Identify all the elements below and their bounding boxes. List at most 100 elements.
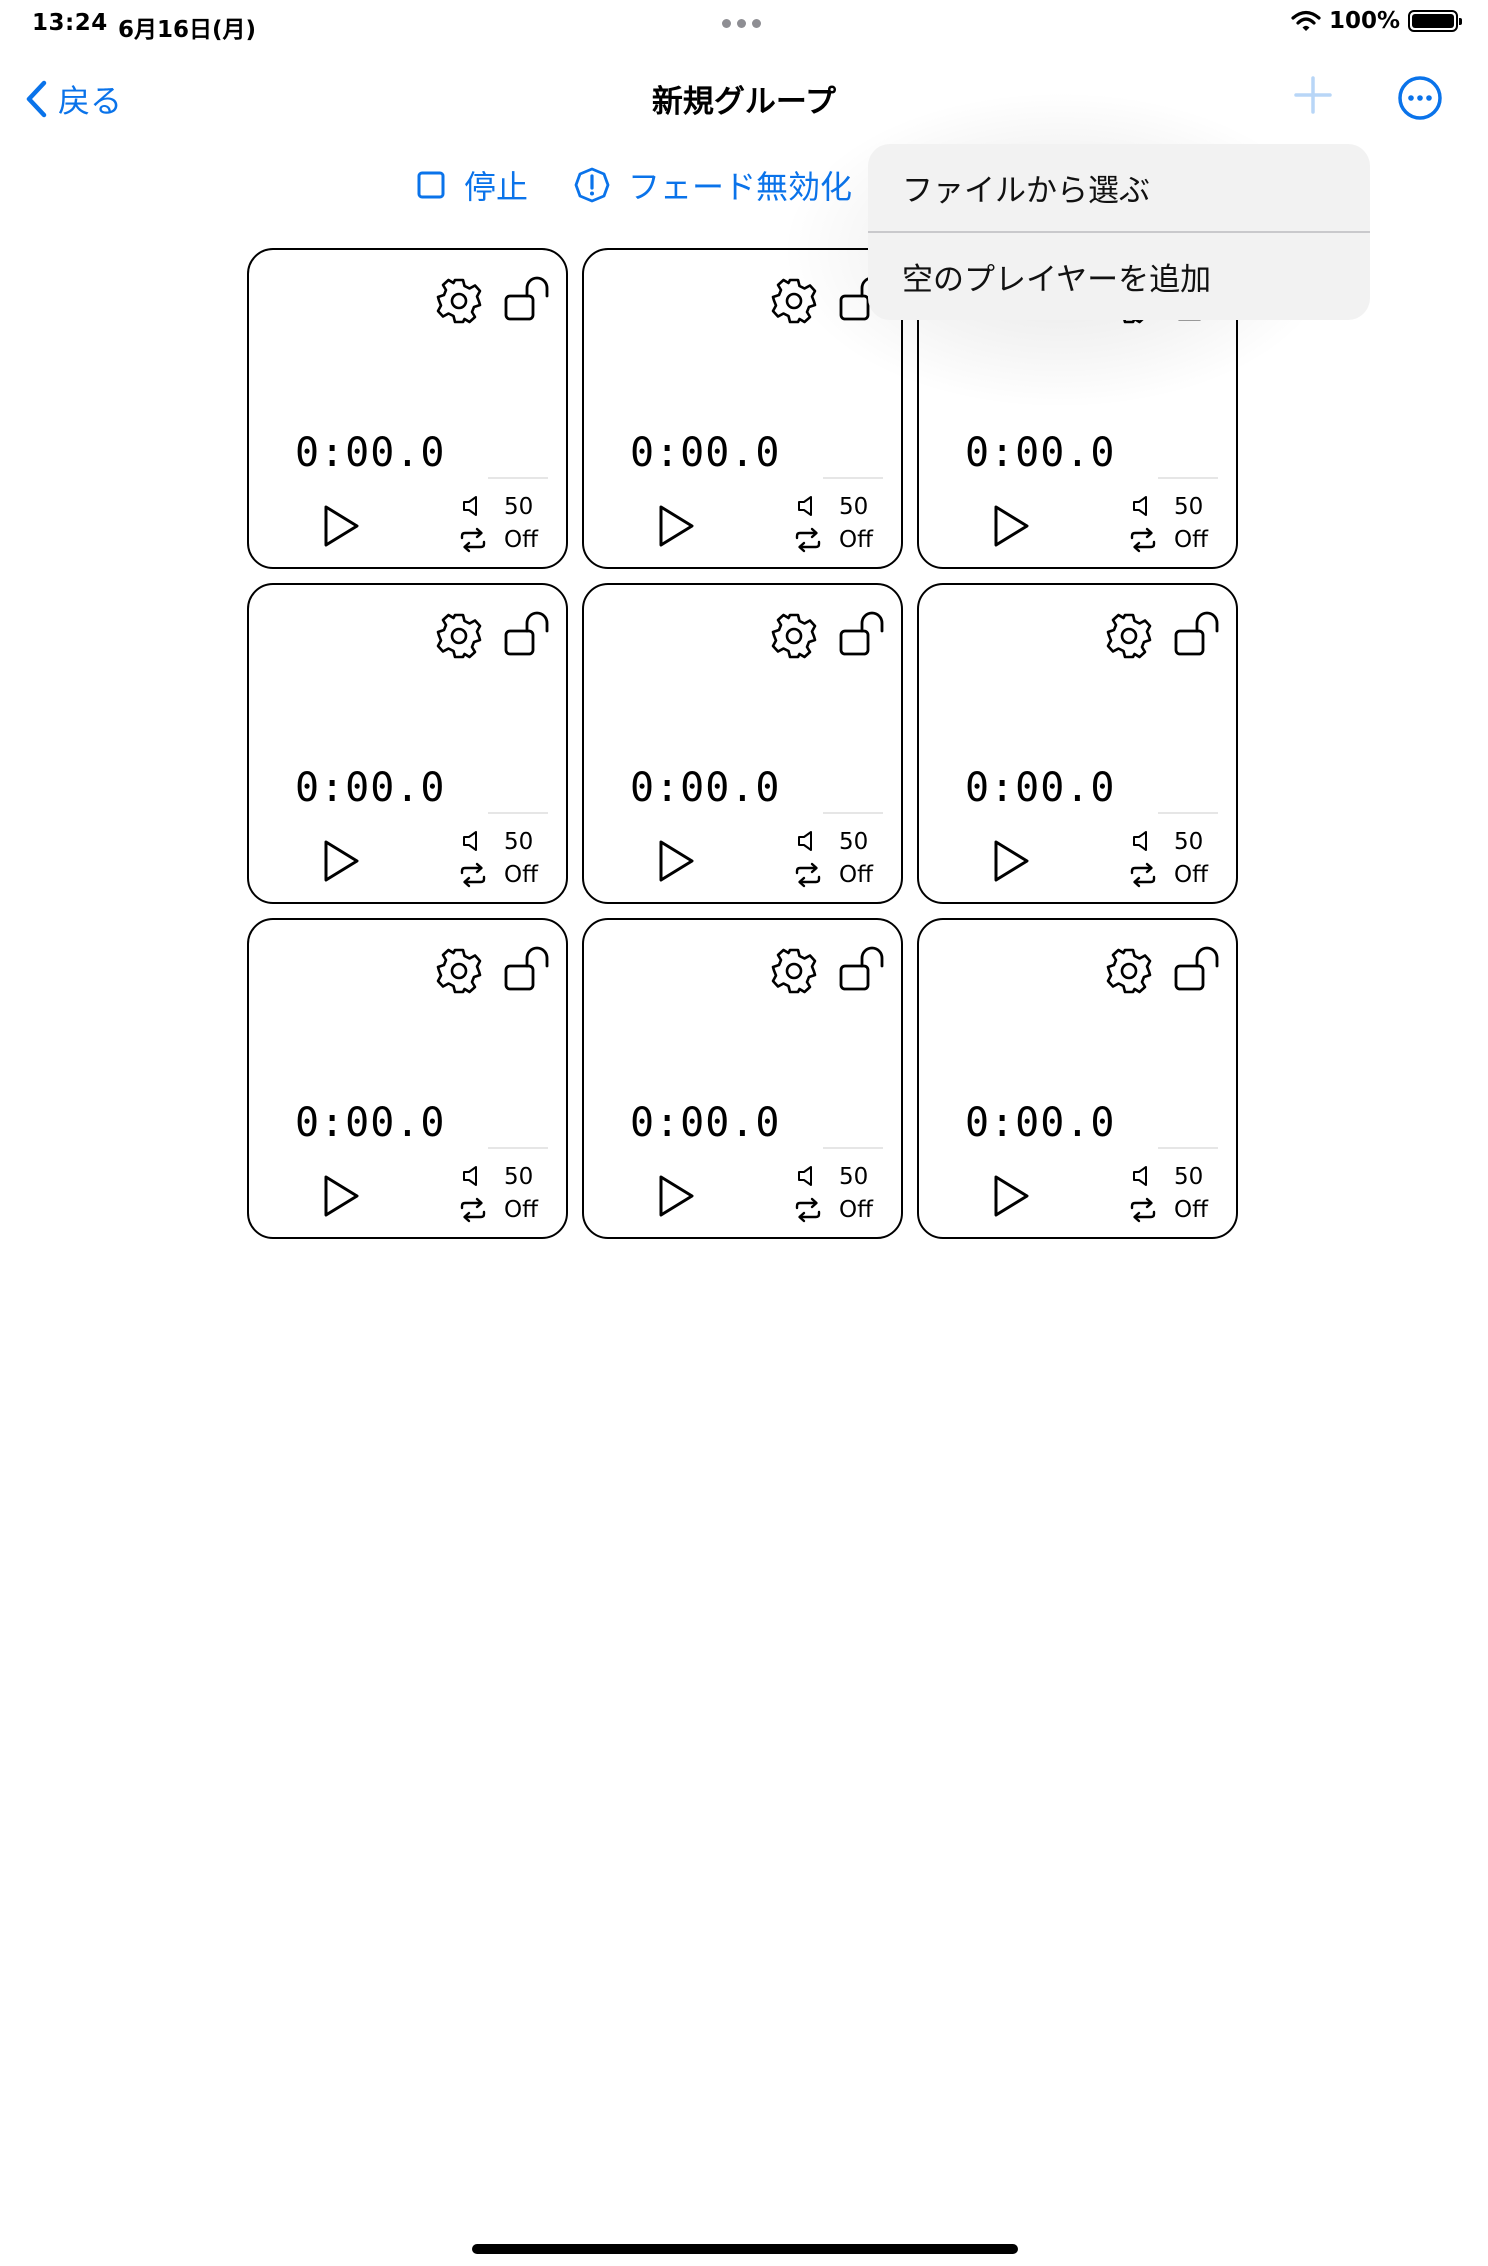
elapsed-time: 0:00.0 bbox=[295, 765, 446, 811]
repeat-icon bbox=[1130, 1197, 1156, 1223]
repeat-icon bbox=[460, 1197, 486, 1223]
menu-item-add-empty-player[interactable]: 空のプレイヤーを追加 bbox=[868, 233, 1370, 320]
disable-fade-button[interactable]: フェード無効化 bbox=[574, 162, 852, 208]
volume-value: 50 bbox=[1174, 829, 1204, 855]
gear-icon[interactable] bbox=[769, 276, 819, 326]
repeat-icon bbox=[795, 1197, 821, 1223]
elapsed-time: 0:00.0 bbox=[965, 430, 1116, 476]
play-icon[interactable] bbox=[991, 1173, 1031, 1219]
home-indicator[interactable] bbox=[472, 2244, 1018, 2254]
play-icon[interactable] bbox=[656, 1173, 696, 1219]
player-card[interactable]: 0:00.0 50 Off bbox=[917, 583, 1238, 904]
player-card[interactable]: 0:00.0 50 Off bbox=[917, 918, 1238, 1239]
player-card[interactable]: 0:00.0 50 Off bbox=[247, 583, 568, 904]
stop-square-icon bbox=[417, 171, 445, 199]
unlock-icon[interactable] bbox=[503, 274, 553, 324]
speaker-icon bbox=[798, 496, 812, 516]
page-title: 新規グループ bbox=[651, 84, 837, 120]
volume-value: 50 bbox=[504, 494, 534, 520]
speaker-icon bbox=[1133, 496, 1147, 516]
loop-value: Off bbox=[504, 862, 538, 888]
speaker-icon bbox=[798, 1166, 812, 1186]
loop-value: Off bbox=[504, 527, 538, 553]
player-card[interactable]: 0:00.0 50 Off bbox=[247, 918, 568, 1239]
elapsed-time: 0:00.0 bbox=[965, 765, 1116, 811]
gear-icon[interactable] bbox=[1104, 611, 1154, 661]
divider bbox=[1158, 812, 1218, 814]
loop-value: Off bbox=[839, 862, 873, 888]
loop-value: Off bbox=[839, 527, 873, 553]
play-icon[interactable] bbox=[321, 838, 361, 884]
divider bbox=[823, 477, 883, 479]
speaker-icon bbox=[1133, 1166, 1147, 1186]
ellipsis-circle-icon[interactable] bbox=[1396, 74, 1444, 122]
add-menu: ファイルから選ぶ 空のプレイヤーを追加 bbox=[868, 144, 1370, 320]
speaker-icon bbox=[463, 1166, 477, 1186]
player-card[interactable]: 0:00.0 50 Off bbox=[582, 583, 903, 904]
gear-icon[interactable] bbox=[434, 946, 484, 996]
stop-label: 停止 bbox=[464, 168, 529, 206]
gear-icon[interactable] bbox=[434, 276, 484, 326]
battery-percent: 100% bbox=[1328, 8, 1400, 34]
volume-value: 50 bbox=[1174, 1164, 1204, 1190]
volume-value: 50 bbox=[839, 1164, 869, 1190]
status-right: 100% bbox=[1291, 8, 1462, 34]
player-card[interactable]: 0:00.0 50 Off bbox=[582, 918, 903, 1239]
unlock-icon[interactable] bbox=[1173, 609, 1223, 659]
repeat-icon bbox=[460, 527, 486, 553]
loop-value: Off bbox=[1174, 862, 1208, 888]
plus-icon[interactable] bbox=[1290, 72, 1336, 118]
gear-icon[interactable] bbox=[769, 946, 819, 996]
volume-value: 50 bbox=[504, 829, 534, 855]
repeat-icon bbox=[1130, 862, 1156, 888]
divider bbox=[823, 1147, 883, 1149]
gear-icon[interactable] bbox=[769, 611, 819, 661]
speaker-icon bbox=[463, 831, 477, 851]
loop-value: Off bbox=[839, 1197, 873, 1223]
repeat-icon bbox=[795, 862, 821, 888]
player-grid: 0:00.0 50 Off 0:00.0 50 Off 0:00.0 50 Of… bbox=[247, 248, 1238, 1239]
divider bbox=[1158, 1147, 1218, 1149]
elapsed-time: 0:00.0 bbox=[965, 1100, 1116, 1146]
volume-value: 50 bbox=[839, 829, 869, 855]
player-card[interactable]: 0:00.0 50 Off bbox=[582, 248, 903, 569]
loop-value: Off bbox=[504, 1197, 538, 1223]
play-icon[interactable] bbox=[991, 503, 1031, 549]
status-time: 13:24 bbox=[32, 10, 108, 36]
stop-button[interactable]: 停止 bbox=[416, 162, 528, 208]
loop-value: Off bbox=[1174, 1197, 1208, 1223]
elapsed-time: 0:00.0 bbox=[630, 1100, 781, 1146]
play-icon[interactable] bbox=[321, 503, 361, 549]
play-icon[interactable] bbox=[656, 838, 696, 884]
elapsed-time: 0:00.0 bbox=[630, 765, 781, 811]
wifi-icon bbox=[1291, 10, 1321, 31]
battery-icon bbox=[1408, 10, 1462, 32]
speaker-icon bbox=[798, 831, 812, 851]
chevron-left-icon bbox=[26, 80, 47, 118]
play-icon[interactable] bbox=[321, 1173, 361, 1219]
unlock-icon[interactable] bbox=[838, 609, 888, 659]
repeat-icon bbox=[795, 527, 821, 553]
divider bbox=[488, 812, 548, 814]
divider bbox=[488, 1147, 548, 1149]
elapsed-time: 0:00.0 bbox=[295, 430, 446, 476]
status-date: 6月16日(月) bbox=[118, 17, 257, 43]
unlock-icon[interactable] bbox=[838, 944, 888, 994]
loop-value: Off bbox=[1174, 527, 1208, 553]
unlock-icon[interactable] bbox=[1173, 944, 1223, 994]
gear-icon[interactable] bbox=[434, 611, 484, 661]
play-icon[interactable] bbox=[991, 838, 1031, 884]
back-button[interactable]: 戻る bbox=[24, 76, 122, 122]
play-icon[interactable] bbox=[656, 503, 696, 549]
divider bbox=[1158, 477, 1218, 479]
multitasking-dots-icon[interactable] bbox=[722, 19, 761, 28]
unlock-icon[interactable] bbox=[503, 609, 553, 659]
gear-icon[interactable] bbox=[1104, 946, 1154, 996]
exclamation-circle-icon bbox=[574, 167, 610, 203]
unlock-icon[interactable] bbox=[503, 944, 553, 994]
menu-item-choose-file[interactable]: ファイルから選ぶ bbox=[868, 144, 1370, 231]
elapsed-time: 0:00.0 bbox=[630, 430, 781, 476]
player-card[interactable]: 0:00.0 50 Off bbox=[247, 248, 568, 569]
volume-value: 50 bbox=[839, 494, 869, 520]
volume-value: 50 bbox=[504, 1164, 534, 1190]
